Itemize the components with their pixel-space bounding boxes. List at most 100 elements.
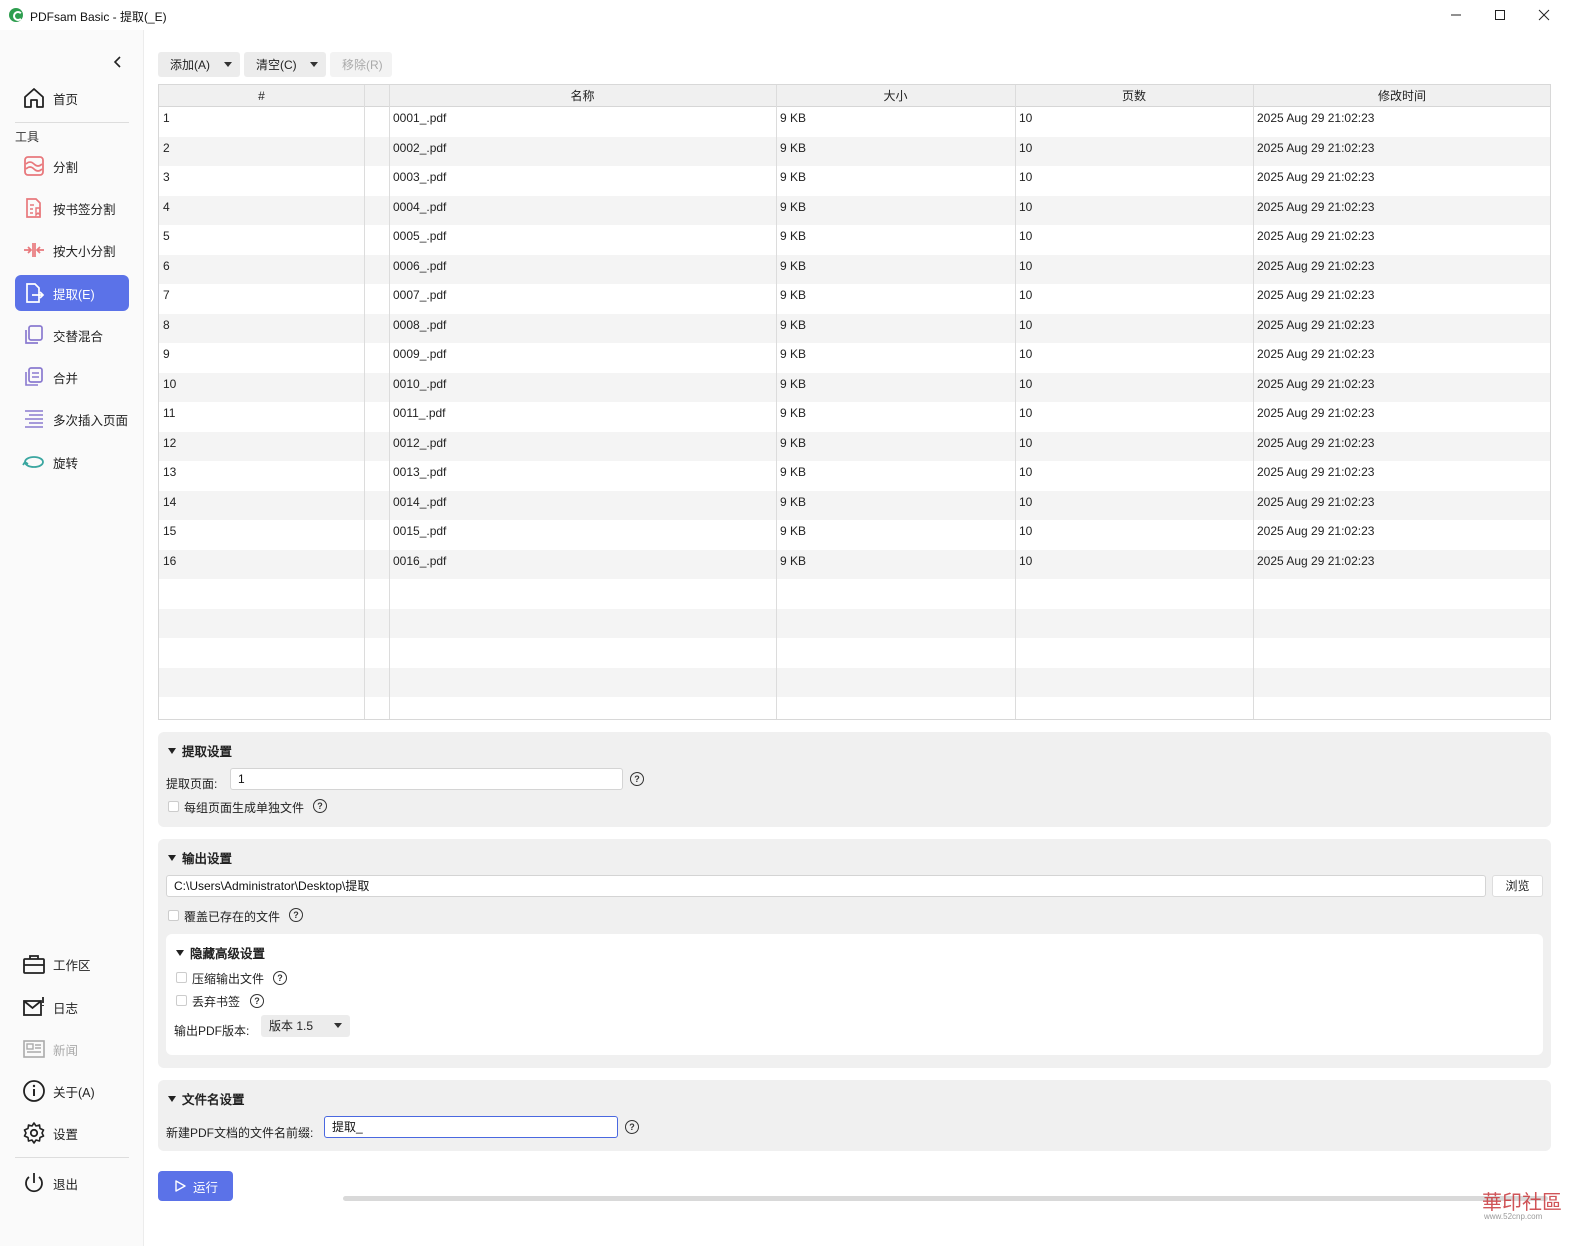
- table-row[interactable]: [159, 667, 1550, 697]
- cell-index: 14: [163, 494, 177, 509]
- sidebar-item-rotate[interactable]: 旋转: [15, 444, 129, 480]
- sidebar-item-alternate-mix[interactable]: 交替混合: [15, 317, 129, 353]
- column-header-modified[interactable]: 修改时间: [1253, 85, 1550, 107]
- discard-bookmarks-label: 丢弃书签: [192, 995, 241, 1009]
- help-icon[interactable]: ?: [289, 908, 303, 922]
- column-header-size[interactable]: 大小: [776, 85, 1015, 107]
- cell-size: 9 KB: [780, 494, 807, 509]
- column-header-blank[interactable]: [364, 85, 389, 107]
- table-row[interactable]: 10 0010_.pdf 9 KB 10 2025 Aug 29 21:02:23: [159, 372, 1550, 402]
- separate-files-checkbox[interactable]: [168, 801, 179, 812]
- cell-size: 9 KB: [780, 170, 807, 184]
- cell-modified: 2025 Aug 29 21:02:23: [1257, 376, 1375, 391]
- compress-checkbox[interactable]: [176, 972, 187, 983]
- prefix-input[interactable]: 提取_: [324, 1116, 618, 1138]
- table-row[interactable]: 7 0007_.pdf 9 KB 10 2025 Aug 29 21:02:23: [159, 284, 1550, 314]
- cell-pages: 10: [1019, 347, 1033, 361]
- news-icon: [20, 1035, 48, 1063]
- run-button[interactable]: 运行: [158, 1171, 233, 1201]
- column-divider: [1253, 85, 1254, 719]
- table-row[interactable]: 1 0001_.pdf 9 KB 10 2025 Aug 29 21:02:23: [159, 107, 1550, 137]
- divider: [15, 122, 129, 123]
- collapse-triangle-icon: [168, 747, 176, 754]
- column-header-pages[interactable]: 页数: [1015, 85, 1253, 107]
- filename-settings-header[interactable]: 文件名设置: [168, 1089, 245, 1108]
- cell-size: 9 KB: [780, 288, 807, 302]
- file-table[interactable]: 1 0001_.pdf 9 KB 10 2025 Aug 29 21:02:23 2 000…: [158, 84, 1551, 720]
- extract-settings-header[interactable]: 提取设置: [168, 741, 232, 760]
- sidebar-item-exit[interactable]: 退出: [15, 1165, 129, 1201]
- cell-modified: 2025 Aug 29 21:02:23: [1257, 494, 1375, 509]
- cell-name: 0008_.pdf: [393, 317, 447, 332]
- table-row[interactable]: 12 0012_.pdf 9 KB 10 2025 Aug 29 21:02:23: [159, 431, 1550, 461]
- advanced-settings-header[interactable]: 隐藏高级设置: [176, 943, 265, 962]
- remove-button[interactable]: 移除(R): [330, 52, 392, 77]
- column-header-name[interactable]: 名称: [389, 85, 776, 107]
- sidebar-item-label: 交替混合: [53, 329, 104, 344]
- table-row[interactable]: 2 0002_.pdf 9 KB 10 2025 Aug 29 21:02:23: [159, 136, 1550, 166]
- discard-bookmarks-checkbox[interactable]: [176, 995, 187, 1006]
- cell-pages: 10: [1019, 494, 1033, 509]
- cell-modified: 2025 Aug 29 21:02:23: [1257, 140, 1375, 155]
- table-row[interactable]: [159, 608, 1550, 638]
- help-icon[interactable]: ?: [250, 994, 264, 1008]
- browse-button[interactable]: 浏览: [1492, 875, 1543, 897]
- overwrite-checkbox[interactable]: [168, 910, 179, 921]
- sidebar-item-split[interactable]: 分割: [15, 148, 129, 184]
- sidebar-item-insert-pages[interactable]: 多次插入页面: [15, 401, 129, 437]
- help-icon[interactable]: ?: [625, 1120, 639, 1134]
- cell-name: 0005_.pdf: [393, 229, 447, 243]
- table-row[interactable]: 15 0015_.pdf 9 KB 10 2025 Aug 29 21:02:23: [159, 520, 1550, 550]
- cell-pages: 10: [1019, 524, 1033, 538]
- sidebar-item-split-by-bookmarks[interactable]: 按书签分割: [15, 190, 129, 226]
- column-header-index[interactable]: #: [159, 85, 364, 107]
- table-row[interactable]: [159, 579, 1550, 609]
- table-row[interactable]: 5 0005_.pdf 9 KB 10 2025 Aug 29 21:02:23: [159, 225, 1550, 255]
- maximize-button[interactable]: [1477, 0, 1523, 30]
- sidebar-item-merge[interactable]: 合并: [15, 359, 129, 395]
- cell-modified: 2025 Aug 29 21:02:23: [1257, 288, 1375, 302]
- help-icon[interactable]: ?: [273, 971, 287, 985]
- help-icon[interactable]: ?: [313, 799, 327, 813]
- sidebar-item-workspace[interactable]: 工作区: [15, 946, 129, 982]
- table-row[interactable]: 14 0014_.pdf 9 KB 10 2025 Aug 29 21:02:23: [159, 490, 1550, 520]
- table-header: # 名称 大小 页数 修改时间: [159, 85, 1550, 107]
- minimize-button[interactable]: [1433, 0, 1479, 30]
- clear-button-label: 清空(C): [256, 58, 297, 72]
- collapse-sidebar-button[interactable]: [108, 52, 128, 72]
- panel-title: 输出设置: [182, 852, 233, 866]
- sidebar-item-label: 设置: [53, 1127, 79, 1142]
- pdf-version-select[interactable]: 版本 1.5: [261, 1015, 350, 1037]
- column-divider: [364, 85, 365, 719]
- table-row[interactable]: 3 0003_.pdf 9 KB 10 2025 Aug 29 21:02:23: [159, 166, 1550, 196]
- sidebar-item-home[interactable]: 首页: [15, 80, 129, 116]
- cell-pages: 10: [1019, 317, 1033, 332]
- output-settings-header[interactable]: 输出设置: [168, 848, 232, 867]
- add-button[interactable]: 添加(A): [158, 52, 240, 77]
- column-divider: [1015, 85, 1016, 719]
- table-row[interactable]: [159, 697, 1550, 719]
- table-row[interactable]: 8 0008_.pdf 9 KB 10 2025 Aug 29 21:02:23: [159, 313, 1550, 343]
- sidebar-item-news[interactable]: 新闻: [15, 1031, 129, 1067]
- cell-size: 9 KB: [780, 406, 807, 420]
- sidebar-item-about[interactable]: 关于(A): [15, 1073, 129, 1109]
- help-icon[interactable]: ?: [630, 772, 644, 786]
- filename-settings-panel: 文件名设置 新建PDF文档的文件名前缀: 提取_ ?: [158, 1080, 1551, 1151]
- sidebar-item-log[interactable]: 日志: [15, 989, 129, 1025]
- table-row[interactable]: 13 0013_.pdf 9 KB 10 2025 Aug 29 21:02:23: [159, 461, 1550, 491]
- table-row[interactable]: [159, 638, 1550, 668]
- table-row[interactable]: 11 0011_.pdf 9 KB 10 2025 Aug 29 21:02:23: [159, 402, 1550, 432]
- output-path-input[interactable]: C:\Users\Administrator\Desktop\提取: [166, 875, 1486, 897]
- table-row[interactable]: 4 0004_.pdf 9 KB 10 2025 Aug 29 21:02:23: [159, 195, 1550, 225]
- sidebar-item-split-by-size[interactable]: 按大小分割: [15, 232, 129, 268]
- table-row[interactable]: 6 0006_.pdf 9 KB 10 2025 Aug 29 21:02:23: [159, 254, 1550, 284]
- sidebar-item-label: 关于(A): [53, 1085, 95, 1100]
- sidebar-item-settings[interactable]: 设置: [15, 1115, 129, 1151]
- table-row[interactable]: 9 0009_.pdf 9 KB 10 2025 Aug 29 21:02:23: [159, 343, 1550, 373]
- sidebar-item-extract[interactable]: 提取(E): [15, 275, 129, 311]
- pages-input[interactable]: 1: [230, 768, 623, 790]
- table-row[interactable]: 16 0016_.pdf 9 KB 10 2025 Aug 29 21:02:23: [159, 549, 1550, 579]
- clear-button[interactable]: 清空(C): [244, 52, 326, 77]
- cell-modified: 2025 Aug 29 21:02:23: [1257, 435, 1375, 450]
- close-button[interactable]: [1521, 0, 1567, 30]
